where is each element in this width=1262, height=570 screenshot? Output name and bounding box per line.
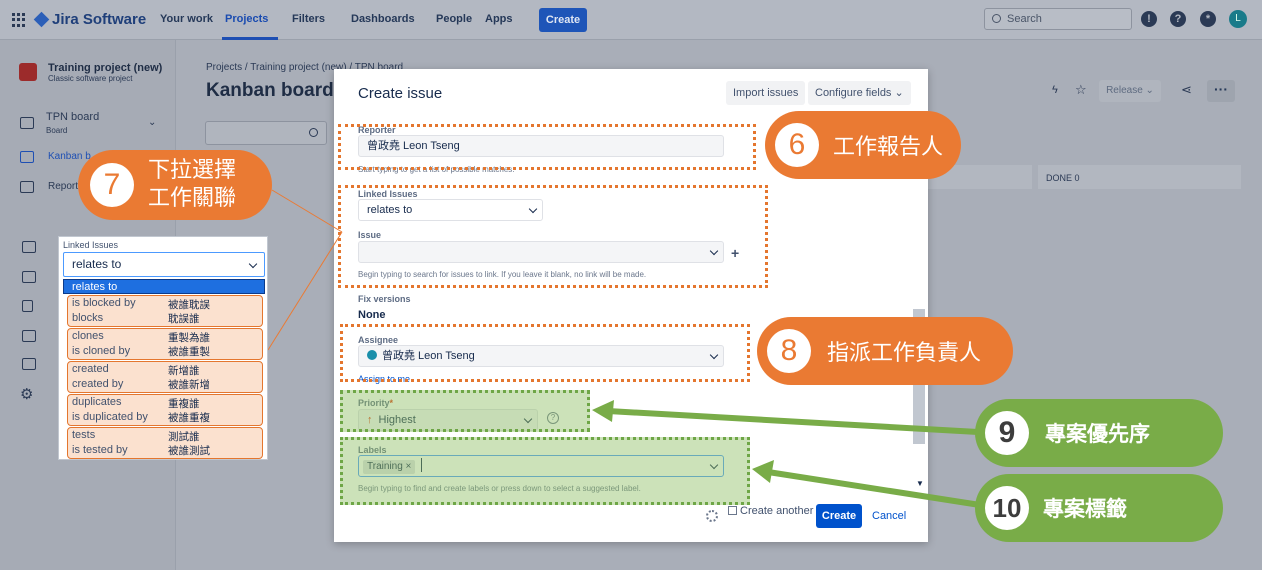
configure-fields-button[interactable]: Configure fields ⌄ (808, 81, 911, 105)
project-settings-icon[interactable]: ⚙ (20, 385, 33, 403)
issues-icon (22, 271, 36, 283)
dropdown-option-highlighted[interactable]: relates to (63, 279, 265, 294)
callout-text-line1: 下拉選擇 (148, 158, 237, 183)
import-issues-button[interactable]: Import issues (726, 81, 806, 105)
sidebar-item-kanban[interactable]: Kanban b (48, 151, 91, 162)
sidebar-item-reports[interactable]: Report (48, 181, 78, 192)
callout-number: 8 (767, 329, 811, 373)
nav-filters[interactable]: Filters (292, 13, 325, 25)
cancel-link[interactable]: Cancel (872, 510, 906, 522)
project-name[interactable]: Training project (new) (48, 62, 162, 74)
linked-issues-select[interactable]: relates to (63, 252, 265, 277)
chevron-down-icon[interactable]: ⌄ (148, 117, 156, 128)
callout-10: 10 專案標籤 (975, 474, 1223, 542)
reports-icon (20, 181, 34, 193)
callout-number: 10 (985, 486, 1029, 530)
notification-icon[interactable]: ! (1141, 11, 1157, 27)
kanban-icon (20, 151, 34, 163)
callout-9: 9 專案優先序 (975, 399, 1223, 467)
chevron-down-icon (248, 259, 258, 269)
nav-people[interactable]: People (436, 13, 472, 25)
top-navigation: Jira Software Your work Projects Filters… (0, 0, 1262, 40)
dropdown-option-group[interactable]: clones is cloned by 重製為誰 被誰重製 (67, 328, 263, 360)
add-item-icon (22, 358, 36, 370)
dropdown-option-group[interactable]: duplicates is duplicated by 重複誰 被誰重複 (67, 394, 263, 426)
release-button[interactable]: Release ⌄ (1099, 80, 1161, 102)
settings-gear-icon[interactable]: * (1200, 11, 1216, 27)
callout-text: 指派工作負責人 (827, 341, 982, 366)
automation-icon[interactable]: ϟ (1052, 84, 1058, 96)
scroll-down-icon[interactable]: ▼ (916, 479, 924, 488)
highlight-linked-issues (338, 185, 768, 288)
nav-your-work[interactable]: Your work (160, 13, 213, 25)
column-header-done: DONE 0 (1038, 165, 1241, 189)
callout-text: 專案優先序 (1045, 422, 1150, 446)
create-button[interactable]: Create (816, 504, 862, 528)
releases-icon (22, 241, 36, 253)
nav-dashboards[interactable]: Dashboards (351, 13, 415, 25)
callout-number: 7 (90, 163, 134, 207)
callout-7: 7 下拉選擇 工作關聯 (78, 150, 272, 220)
fix-versions-label: Fix versions (358, 294, 411, 304)
loading-spinner-icon (706, 510, 718, 522)
dialog-title: Create issue (358, 85, 443, 102)
callout-text-line2: 工作關聯 (148, 186, 237, 211)
board-sub: Board (46, 126, 68, 135)
dropdown-option-group[interactable]: is blocked by blocks 被誰耽誤 耽誤誰 (67, 295, 263, 327)
nav-projects[interactable]: Projects (225, 13, 268, 25)
fix-versions-value[interactable]: None (358, 309, 386, 321)
create-button-top[interactable]: Create (539, 8, 587, 32)
share-icon[interactable]: ⋖ (1181, 82, 1192, 98)
global-search-input[interactable]: Search (984, 8, 1132, 30)
callout-6: 6 工作報告人 (765, 111, 961, 179)
callout-8: 8 指派工作負責人 (757, 317, 1013, 385)
pages-icon (22, 300, 33, 312)
nav-apps[interactable]: Apps (485, 13, 513, 25)
callout-text: 工作報告人 (833, 135, 944, 160)
linked-issues-dropdown-zoom: Linked Issues relates to relates to is b… (58, 236, 268, 460)
highlight-priority (340, 390, 590, 432)
dropdown-option-group[interactable]: created created by 新增誰 被誰新增 (67, 361, 263, 393)
help-icon[interactable]: ? (1170, 11, 1186, 27)
project-avatar-icon (19, 63, 37, 81)
search-icon (992, 14, 1001, 23)
jira-logo[interactable]: Jira Software (33, 11, 146, 28)
more-icon[interactable]: ··· (1207, 80, 1235, 102)
jira-diamond-icon (33, 11, 50, 28)
board-name[interactable]: TPN board (46, 111, 99, 123)
board-search-input[interactable] (205, 121, 327, 145)
search-icon (309, 128, 318, 137)
checkbox-icon (728, 506, 737, 515)
callout-number: 6 (775, 123, 819, 167)
create-another-checkbox[interactable]: Create another (728, 505, 813, 517)
highlight-reporter (338, 124, 756, 170)
components-icon (22, 330, 36, 342)
callout-number: 9 (985, 411, 1029, 455)
star-icon[interactable]: ☆ (1075, 82, 1087, 98)
avatar[interactable]: L (1229, 10, 1247, 28)
highlight-assignee (340, 324, 750, 382)
callout-text: 專案標籤 (1043, 497, 1127, 521)
dropdown-option-group[interactable]: tests is tested by 測試誰 被誰測試 (67, 427, 263, 459)
page-title: Kanban board (206, 80, 334, 101)
project-type: Classic software project (48, 74, 133, 83)
app-switcher-icon[interactable] (12, 13, 26, 27)
highlight-labels (340, 437, 750, 505)
board-icon (20, 117, 34, 129)
dropdown-label: Linked Issues (63, 240, 119, 250)
